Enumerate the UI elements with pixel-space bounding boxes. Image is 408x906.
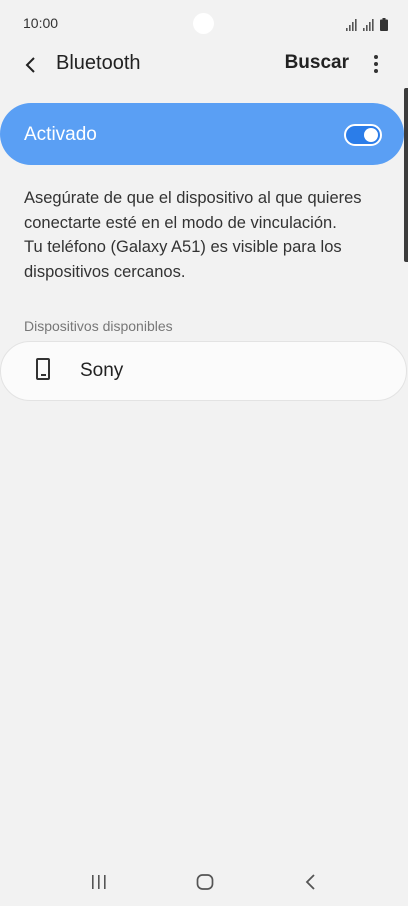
description-line: Tu teléfono (Galaxy A51) es visible para… bbox=[24, 238, 342, 256]
nav-back-button[interactable] bbox=[291, 868, 331, 896]
page-title: Bluetooth bbox=[56, 52, 141, 74]
home-icon bbox=[196, 874, 214, 890]
navigation-bar bbox=[0, 858, 408, 906]
switch-knob bbox=[364, 128, 378, 142]
scroll-indicator bbox=[404, 88, 408, 262]
status-icons bbox=[346, 15, 388, 31]
available-devices-header: Dispositivos disponibles bbox=[24, 318, 173, 334]
phone-icon bbox=[36, 358, 50, 380]
bluetooth-settings-screen: 10:00 Bluetooth Buscar Activado Asegúrat… bbox=[0, 0, 408, 906]
visibility-description: Asegúrate de que el dispositivo al que q… bbox=[24, 186, 394, 284]
back-icon bbox=[305, 874, 315, 890]
home-button[interactable] bbox=[185, 868, 225, 896]
app-bar: Bluetooth Buscar bbox=[0, 42, 408, 86]
toggle-label: Activado bbox=[24, 124, 97, 145]
bluetooth-switch[interactable] bbox=[344, 124, 382, 146]
status-bar: 10:00 bbox=[0, 0, 408, 46]
more-dot bbox=[374, 62, 378, 66]
camera-cutout bbox=[193, 13, 214, 34]
recent-apps-button[interactable] bbox=[79, 868, 119, 896]
bluetooth-toggle-card[interactable]: Activado bbox=[0, 103, 404, 165]
recent-apps-icon bbox=[92, 875, 106, 889]
more-options-button[interactable] bbox=[364, 50, 388, 78]
description-line: dispositivos cercanos. bbox=[24, 262, 186, 281]
signal-icon-2 bbox=[363, 19, 374, 31]
signal-icon bbox=[346, 19, 357, 31]
description-line: Asegúrate de que el dispositivo al que q… bbox=[24, 189, 362, 207]
more-dot bbox=[374, 55, 378, 59]
back-button[interactable] bbox=[16, 50, 46, 80]
search-button[interactable]: Buscar bbox=[285, 52, 349, 74]
status-time: 10:00 bbox=[23, 15, 59, 31]
more-dot bbox=[374, 69, 378, 73]
description-line: conectarte esté en el modo de vinculació… bbox=[24, 213, 337, 232]
battery-icon bbox=[380, 18, 388, 31]
phone-icon-home-bar bbox=[41, 374, 46, 376]
device-name: Sony bbox=[80, 360, 124, 381]
device-list-item[interactable]: Sony bbox=[0, 341, 407, 401]
chevron-left-icon bbox=[25, 57, 35, 73]
